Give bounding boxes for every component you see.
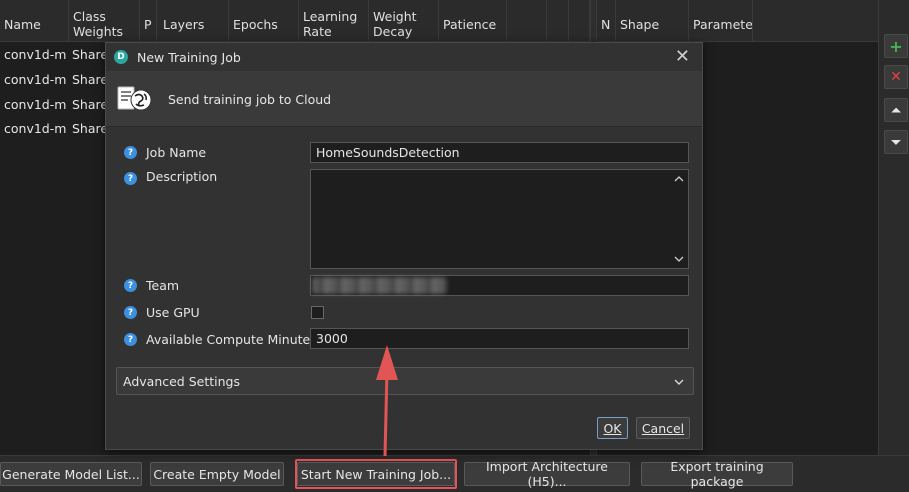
col-extra-2[interactable] (547, 0, 569, 42)
cell-name: conv1d-me (4, 72, 66, 87)
cell-class-weights: Share (72, 72, 105, 87)
cell-class-weights: Share (72, 97, 105, 112)
job-name-input[interactable]: HomeSoundsDetection (310, 142, 689, 163)
new-training-job-dialog: D New Training Job ✕ Send training job t… (105, 42, 703, 450)
scroll-arrows-icon (674, 176, 684, 262)
cell-name: conv1d-me (4, 47, 66, 62)
col-n[interactable]: N (597, 0, 616, 42)
use-gpu-label: Use GPU (146, 305, 200, 320)
move-down-icon[interactable]: ⏷ (884, 130, 908, 154)
help-icon[interactable]: ? (124, 306, 137, 319)
generate-model-list-button[interactable]: Generate Model List... (0, 462, 142, 486)
banner-text: Send training job to Cloud (168, 92, 332, 107)
cancel-button[interactable]: Cancel (636, 417, 690, 439)
ok-button[interactable]: OK (597, 417, 628, 439)
job-name-label: Job Name (146, 145, 207, 160)
chevron-down-icon (674, 379, 684, 385)
col-name[interactable]: Name (0, 0, 69, 42)
create-empty-model-button[interactable]: Create Empty Model (150, 462, 284, 486)
app-icon: D (114, 50, 128, 64)
col-class-weights[interactable]: Class Weights (69, 0, 140, 42)
description-label: Description (146, 169, 218, 184)
export-training-package-button[interactable]: Export training package (641, 459, 793, 489)
compute-minutes-input[interactable]: 3000 (310, 328, 689, 349)
advanced-settings-label: Advanced Settings (123, 374, 240, 389)
use-gpu-checkbox[interactable] (311, 306, 324, 319)
help-icon[interactable]: ? (124, 172, 137, 185)
cell-name: conv1d-me (4, 121, 66, 136)
col-layers[interactable]: Layers (157, 0, 229, 42)
cloud-upload-icon (117, 86, 152, 111)
table-header: Name Class Weights P Layers Epochs Learn… (0, 0, 878, 42)
add-icon[interactable]: + (884, 34, 908, 58)
compute-minutes-label: Available Compute Minutes (146, 332, 317, 347)
col-epochs[interactable]: Epochs (229, 0, 299, 42)
redacted-team-value (312, 277, 447, 294)
table-row[interactable]: conv1d-me Share (0, 93, 105, 118)
description-textarea[interactable] (310, 169, 689, 269)
cell-class-weights: Share (72, 47, 105, 62)
help-icon[interactable]: ? (124, 333, 137, 346)
col-shape[interactable]: Shape (616, 0, 689, 42)
col-patience[interactable]: Patience (439, 0, 507, 42)
table-row[interactable]: conv1d-me Share (0, 43, 105, 68)
move-up-icon[interactable]: ⏶ (884, 98, 908, 122)
col-p[interactable]: P (140, 0, 157, 42)
col-extra-1[interactable] (507, 0, 547, 42)
col-weight-decay[interactable]: Weight Decay (369, 0, 439, 42)
close-icon[interactable]: ✕ (675, 46, 690, 67)
team-label: Team (146, 278, 180, 293)
advanced-settings-expander[interactable]: Advanced Settings (116, 367, 694, 395)
table-row[interactable]: conv1d-me Share (0, 117, 105, 142)
table-row[interactable]: conv1d-me Share (0, 68, 105, 93)
dialog-title: New Training Job (137, 50, 241, 65)
help-icon[interactable]: ? (124, 146, 137, 159)
cell-name: conv1d-me (4, 97, 66, 112)
col-extra-3[interactable] (569, 0, 590, 42)
col-learning-rate[interactable]: Learning Rate (299, 0, 369, 42)
cell-class-weights: Share (72, 121, 105, 136)
dialog-banner: Send training job to Cloud (106, 71, 702, 127)
description-scrollbar[interactable] (671, 171, 687, 267)
help-icon[interactable]: ? (124, 279, 137, 292)
right-toolbar: + ✕ ⏶ ⏷ (878, 0, 909, 455)
annotation-highlight-box (295, 459, 457, 489)
dialog-titlebar[interactable]: D New Training Job ✕ (106, 43, 702, 71)
remove-icon[interactable]: ✕ (884, 65, 908, 89)
col-parameter[interactable]: Parameter (689, 0, 753, 42)
import-architecture-button[interactable]: Import Architecture (H5)... (464, 459, 630, 489)
